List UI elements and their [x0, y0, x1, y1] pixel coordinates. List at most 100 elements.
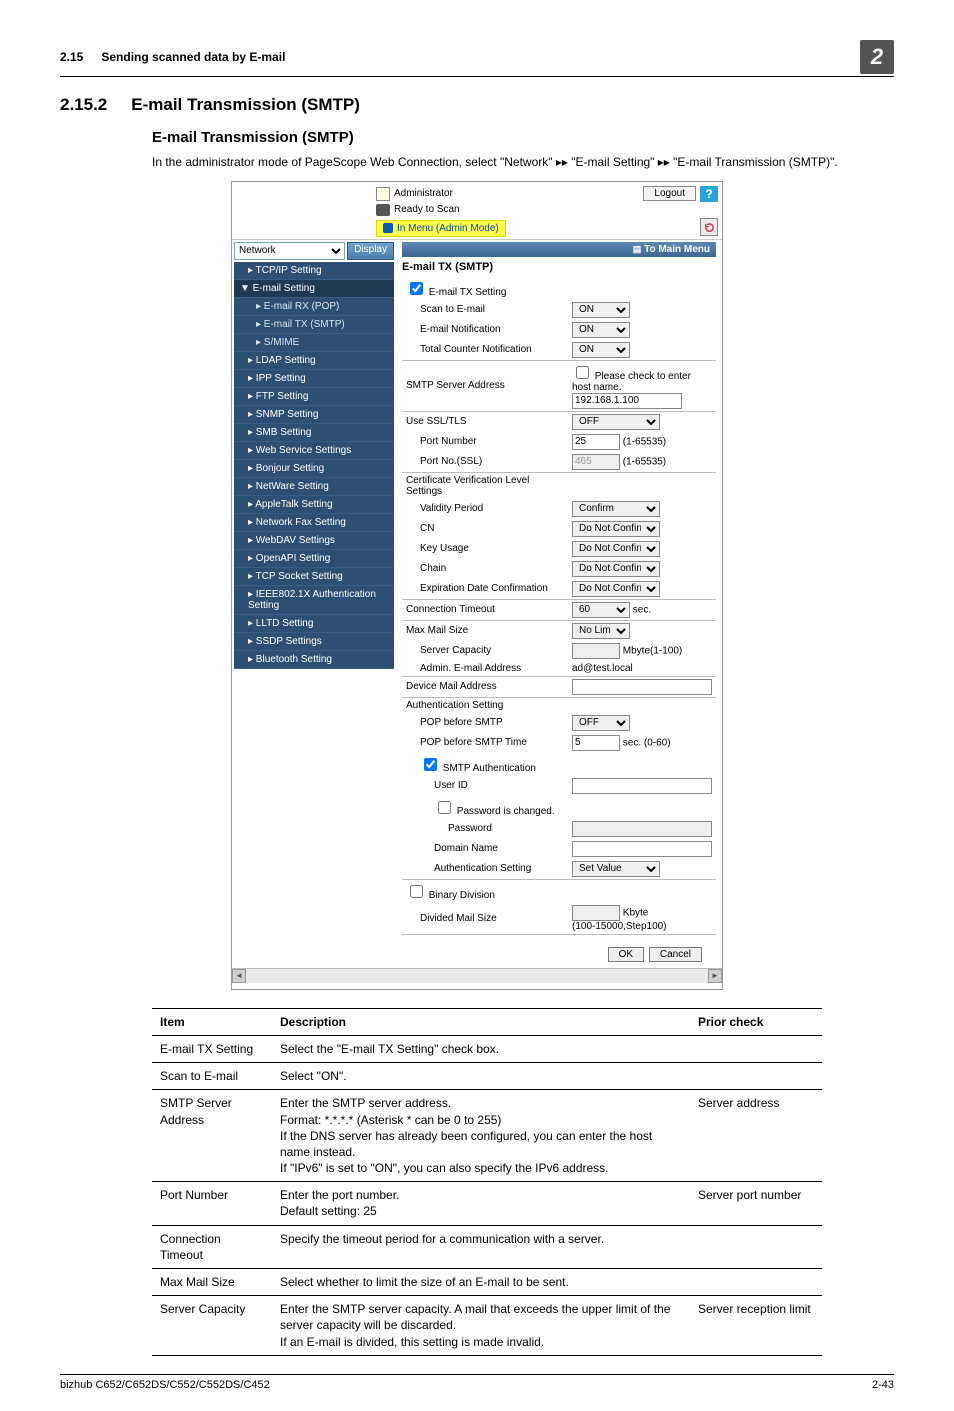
doc-cell: Enter the SMTP server address. Format: *…: [272, 1090, 690, 1182]
doc-cell: Enter the SMTP server capacity. A mail t…: [272, 1296, 690, 1356]
sidebar-item[interactable]: ▸ E-mail TX (SMTP): [234, 316, 394, 334]
sidebar-item[interactable]: ▸ SNMP Setting: [234, 406, 394, 424]
page-header: 2.15 Sending scanned data by E-mail 2: [60, 40, 894, 77]
auth-setting-select[interactable]: Set Value: [572, 861, 660, 877]
sidebar-item[interactable]: ▸ S/MIME: [234, 334, 394, 352]
category-select[interactable]: Network: [234, 242, 345, 260]
doc-cell: Server reception limit: [690, 1296, 822, 1356]
doc-cell: [690, 1269, 822, 1296]
scroll-right-icon[interactable]: ►: [708, 969, 722, 983]
sidebar-item[interactable]: ▸ TCP Socket Setting: [234, 568, 394, 586]
expdate-select[interactable]: Do Not Confirm: [572, 581, 660, 597]
doc-cell: Connection Timeout: [152, 1225, 272, 1268]
panel-title: E-mail TX (SMTP): [402, 261, 716, 273]
scan-to-email-select[interactable]: ON: [572, 302, 630, 318]
admin-mode-button[interactable]: In Menu (Admin Mode): [376, 220, 506, 237]
validity-select[interactable]: Confirm: [572, 501, 660, 517]
logout-button[interactable]: Logout: [643, 186, 696, 201]
sidebar-item[interactable]: ▸ E-mail RX (POP): [234, 298, 394, 316]
domain-input[interactable]: [572, 841, 712, 857]
doc-table: Item Description Prior check E-mail TX S…: [152, 1008, 822, 1356]
pw-changed-checkbox[interactable]: [438, 801, 451, 814]
timeout-select[interactable]: 60: [572, 602, 630, 618]
email-notification-select[interactable]: ON: [572, 322, 630, 338]
binary-division-checkbox[interactable]: [410, 885, 423, 898]
help-icon[interactable]: ?: [700, 186, 718, 202]
doc-cell: Server address: [690, 1090, 822, 1182]
hostname-checkbox[interactable]: [576, 366, 589, 379]
doc-cell: SMTP Server Address: [152, 1090, 272, 1182]
cn-select[interactable]: Do Not Confirm: [572, 521, 660, 537]
sidebar-item[interactable]: ▸ Network Fax Setting: [234, 514, 394, 532]
sidebar-item[interactable]: ▸ LLTD Setting: [234, 615, 394, 633]
scroll-left-icon[interactable]: ◄: [232, 969, 246, 983]
pop-time-input[interactable]: [572, 735, 620, 751]
refresh-icon[interactable]: [700, 218, 718, 236]
ok-button[interactable]: OK: [608, 947, 644, 962]
admin-label: Administrator: [394, 188, 453, 199]
doc-cell: Enter the port number. Default setting: …: [272, 1182, 690, 1225]
footer-page: 2-43: [872, 1379, 894, 1391]
maxmail-select[interactable]: No Limit: [572, 623, 630, 639]
chapter-badge: 2: [860, 40, 894, 74]
sidebar-item[interactable]: ▸ SSDP Settings: [234, 633, 394, 651]
doc-cell: E-mail TX Setting: [152, 1035, 272, 1062]
doc-cell: [690, 1035, 822, 1062]
sidebar-item[interactable]: ▸ AppleTalk Setting: [234, 496, 394, 514]
sidebar-item[interactable]: ▸ IPP Setting: [234, 370, 394, 388]
sidebar-item[interactable]: ▸ Bonjour Setting: [234, 460, 394, 478]
sidebar-item[interactable]: ▸ Web Service Settings: [234, 442, 394, 460]
pop-before-select[interactable]: OFF: [572, 715, 630, 731]
sidebar-item[interactable]: ▼ E-mail Setting: [234, 280, 394, 298]
section-number: 2.15: [60, 50, 83, 64]
doc-th-desc: Description: [272, 1008, 690, 1035]
doc-cell: Server port number: [690, 1182, 822, 1225]
sidebar-item[interactable]: ▸ IEEE802.1X Authentication Setting: [234, 586, 394, 615]
sidebar-item[interactable]: ▸ Bluetooth Setting: [234, 651, 394, 669]
admin-email-value: ad@test.local: [572, 663, 633, 674]
intro-paragraph: In the administrator mode of PageScope W…: [152, 154, 894, 171]
sidebar-item[interactable]: ▸ NetWare Setting: [234, 478, 394, 496]
doc-cell: Select whether to limit the size of an E…: [272, 1269, 690, 1296]
doc-th-item: Item: [152, 1008, 272, 1035]
sidebar-item[interactable]: ▸ OpenAPI Setting: [234, 550, 394, 568]
port-number-input[interactable]: [572, 434, 620, 450]
settings-form: E-mail TX Setting Scan to E-mailON E-mai…: [402, 277, 716, 939]
web-admin-screenshot: Administrator Logout ? Ready to Scan In …: [231, 181, 723, 990]
doc-cell: Specify the timeout period for a communi…: [272, 1225, 690, 1268]
horizontal-scrollbar[interactable]: ◄ ►: [232, 968, 722, 983]
counter-notification-select[interactable]: ON: [572, 342, 630, 358]
printer-icon: [376, 204, 390, 216]
userid-input[interactable]: [572, 778, 712, 794]
sidebar-item[interactable]: ▸ LDAP Setting: [234, 352, 394, 370]
divided-size-input: [572, 905, 620, 921]
doc-cell: [690, 1225, 822, 1268]
ssl-select[interactable]: OFF: [572, 414, 660, 430]
sidebar-item[interactable]: ▸ SMB Setting: [234, 424, 394, 442]
port-ssl-input: [572, 454, 620, 470]
doc-cell: Select the "E-mail TX Setting" check box…: [272, 1035, 690, 1062]
heading-section: 2.15.2E-mail Transmission (SMTP): [60, 95, 894, 115]
doc-cell: [690, 1063, 822, 1090]
sidebar-nav: ▸ TCP/IP Setting▼ E-mail Setting▸ E-mail…: [234, 262, 394, 669]
doc-cell: Select "ON".: [272, 1063, 690, 1090]
doc-th-prior: Prior check: [690, 1008, 822, 1035]
to-main-menu-button[interactable]: ▤ To Main Menu: [402, 242, 716, 257]
doc-cell: Port Number: [152, 1182, 272, 1225]
chain-select[interactable]: Do Not Confirm: [572, 561, 660, 577]
heading-sub: E-mail Transmission (SMTP): [152, 129, 894, 146]
sidebar-item[interactable]: ▸ TCP/IP Setting: [234, 262, 394, 280]
servercap-input: [572, 643, 620, 659]
tx-setting-checkbox[interactable]: [410, 282, 423, 295]
smtp-address-input[interactable]: [572, 393, 682, 409]
sidebar-item[interactable]: ▸ FTP Setting: [234, 388, 394, 406]
section-title: Sending scanned data by E-mail: [101, 50, 860, 64]
smtp-auth-checkbox[interactable]: [424, 758, 437, 771]
cancel-button[interactable]: Cancel: [649, 947, 702, 962]
keyusage-select[interactable]: Do Not Confirm: [572, 541, 660, 557]
display-button[interactable]: Display: [347, 242, 394, 260]
status-text: Ready to Scan: [394, 204, 460, 215]
device-mail-input[interactable]: [572, 679, 712, 695]
sidebar-item[interactable]: ▸ WebDAV Settings: [234, 532, 394, 550]
doc-cell: Scan to E-mail: [152, 1063, 272, 1090]
